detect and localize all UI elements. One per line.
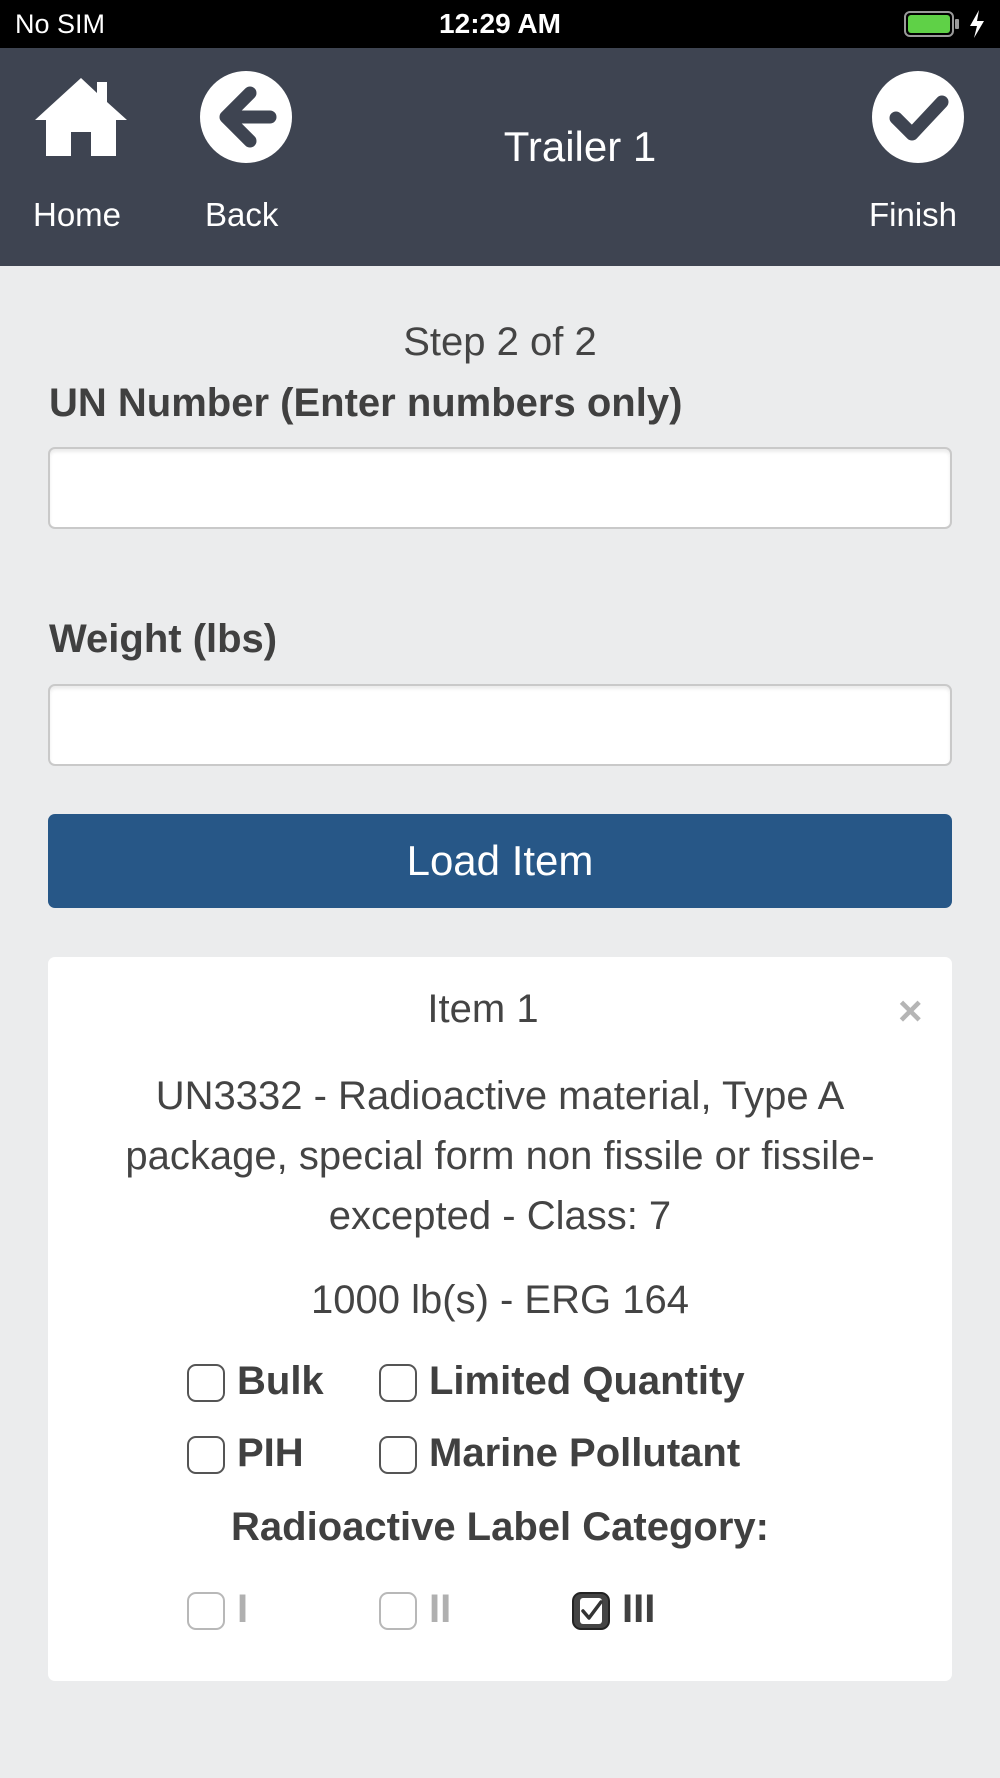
pih-checkbox[interactable] xyxy=(187,1436,225,1474)
item-card: Item 1 × UN3332 - Radioactive material, … xyxy=(48,957,952,1681)
back-label: Back xyxy=(205,196,279,233)
pih-label: PIH xyxy=(237,1431,304,1475)
bulk-checkbox[interactable] xyxy=(187,1364,225,1402)
item-weight-erg: 1000 lb(s) - ERG 164 xyxy=(311,1278,689,1322)
page-title: Trailer 1 xyxy=(503,123,657,170)
category-iii-label: III xyxy=(622,1587,656,1631)
category-ii-label: II xyxy=(429,1587,452,1631)
clock-text: 12:29 AM xyxy=(439,8,561,39)
category-ii-checkbox[interactable] xyxy=(379,1592,417,1630)
home-button[interactable]: Home xyxy=(20,48,140,266)
home-label: Home xyxy=(33,196,122,233)
weight-input[interactable] xyxy=(48,684,952,766)
item-description: UN3332 - Radioactive material, Type A pa… xyxy=(125,1074,875,1238)
bulk-label: Bulk xyxy=(237,1359,324,1403)
status-bar: No SIM 12:29 AM xyxy=(0,0,1000,48)
item-title: Item 1 xyxy=(427,987,539,1031)
checkmark-icon xyxy=(872,71,964,163)
back-arrow-icon xyxy=(200,71,292,163)
load-item-button[interactable]: Load Item xyxy=(48,814,952,908)
category-iii-checkbox[interactable] xyxy=(572,1592,610,1630)
finish-label: Finish xyxy=(869,196,958,233)
finish-button[interactable]: Finish xyxy=(860,48,980,266)
un-number-label: UN Number (Enter numbers only) xyxy=(49,381,683,425)
app-header: Home Back Trailer 1 Finish xyxy=(0,48,1000,266)
back-button[interactable]: Back xyxy=(185,48,305,266)
check-icon xyxy=(581,1600,603,1620)
close-icon[interactable]: × xyxy=(898,987,923,1035)
category-i-checkbox[interactable] xyxy=(187,1592,225,1630)
radioactive-label-category-title: Radioactive Label Category: xyxy=(231,1505,769,1549)
category-i-label: I xyxy=(237,1587,249,1631)
battery-icon xyxy=(904,11,959,37)
marine-pollutant-checkbox[interactable] xyxy=(379,1436,417,1474)
charging-icon xyxy=(970,10,984,38)
un-number-input[interactable] xyxy=(48,447,952,529)
weight-label: Weight (lbs) xyxy=(49,617,278,661)
marine-pollutant-label: Marine Pollutant xyxy=(429,1431,741,1475)
limited-quantity-label: Limited Quantity xyxy=(429,1359,745,1403)
limited-quantity-checkbox[interactable] xyxy=(379,1364,417,1402)
step-indicator: Step 2 of 2 xyxy=(403,320,597,364)
home-icon xyxy=(35,78,127,156)
